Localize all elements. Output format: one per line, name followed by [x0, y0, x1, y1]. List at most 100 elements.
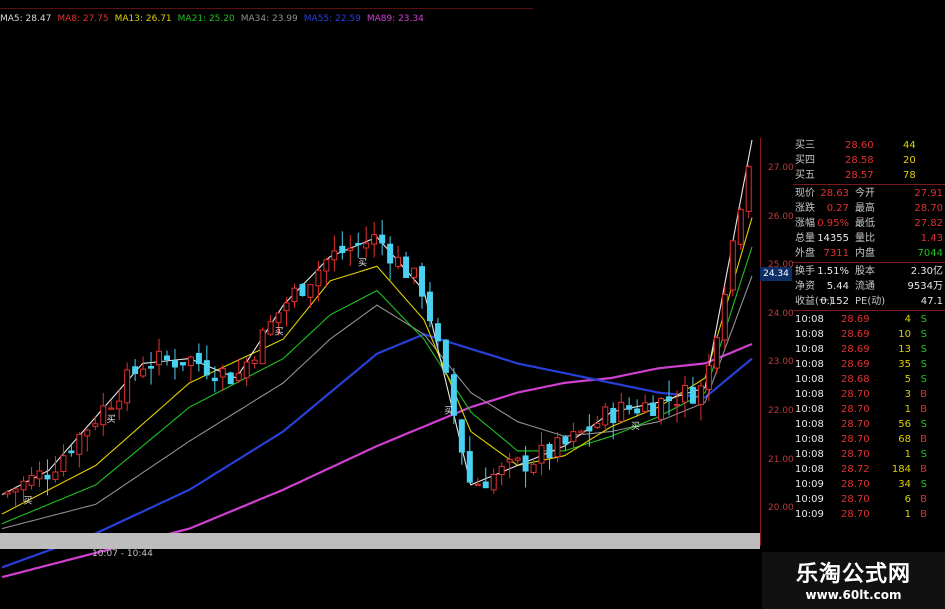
quote-row: 总量 14355 量比 1.43: [793, 231, 945, 246]
y-tick-label: 22.00: [768, 406, 794, 416]
stat-label: 量比: [855, 233, 875, 244]
tick-volume: 56: [898, 419, 911, 430]
tick-price: 28.70: [841, 449, 870, 460]
brand-url: www.60lt.com: [805, 588, 902, 602]
tick-time: 10:08: [795, 329, 824, 340]
tick-time: 10:08: [795, 314, 824, 325]
stat-value: 7044: [917, 248, 943, 259]
quote-row: 10:08 28.69 4 S: [793, 312, 945, 327]
divider: [793, 310, 945, 311]
candle: [187, 355, 194, 383]
candle: [28, 466, 35, 490]
time-scrollbar[interactable]: [0, 533, 760, 549]
candle: [227, 371, 234, 385]
candle: [251, 356, 258, 369]
candle: [148, 351, 155, 385]
candle: [419, 262, 425, 309]
quote-row: 10:08 28.70 1 S: [793, 447, 945, 462]
quote-row: 10:08 28.68 5 S: [793, 372, 945, 387]
candle: [379, 220, 386, 256]
tick-price: 28.70: [841, 509, 870, 520]
series-line-price: [1, 139, 753, 496]
candle: [562, 434, 569, 451]
candle: [124, 362, 131, 412]
tick-time: 10:08: [795, 359, 824, 370]
buy-signal-label: 买: [358, 257, 367, 268]
stat-label: 今开: [855, 188, 875, 199]
stat-value: 28.70: [914, 203, 943, 214]
stat-value: 1.51%: [817, 266, 849, 277]
candle: [203, 345, 210, 380]
candle: [195, 343, 202, 372]
tick-volume: 184: [891, 464, 911, 475]
tick-price: 28.70: [841, 404, 870, 415]
y-tick-label: 26.00: [768, 211, 794, 222]
candle: [426, 281, 433, 328]
bid-price: 28.58: [845, 155, 874, 166]
tick-volume: 6: [904, 494, 911, 505]
tick-price: 28.70: [841, 419, 870, 430]
tick-volume: 4: [904, 314, 911, 325]
candle: [442, 338, 449, 376]
bid-volume: 44: [903, 140, 916, 151]
tick-time: 10:08: [795, 389, 824, 400]
stat-label: 现价: [795, 188, 815, 199]
stat-label: 外盘: [795, 248, 815, 259]
time-range-label: 10:07 - 10:44: [92, 549, 153, 559]
tick-time: 10:08: [795, 404, 824, 415]
tick-volume: 3: [904, 389, 911, 400]
price-axis-line: [760, 138, 761, 546]
candle: [339, 231, 346, 260]
quote-row: 10:09 28.70 1 B: [793, 507, 945, 522]
candle: [331, 235, 338, 272]
tick-volume: 68: [898, 434, 911, 445]
tick-time: 10:08: [795, 434, 824, 445]
candle: [92, 415, 99, 431]
quote-row: 10:08 28.69 10 S: [793, 327, 945, 342]
candle: [52, 455, 59, 483]
candle: [570, 422, 577, 451]
stat-label: 净资: [795, 281, 815, 292]
stat-value: 0.95%: [817, 218, 849, 229]
buy-signal-label: 买: [23, 495, 32, 506]
quote-row: 10:09 28.70 34 S: [793, 477, 945, 492]
stat-value: 9534万: [907, 281, 943, 292]
candle: [721, 285, 728, 350]
candle: [618, 393, 625, 423]
tick-side: B: [920, 464, 927, 475]
candle: [546, 442, 553, 470]
tick-time: 10:08: [795, 419, 824, 430]
buy-signal-label: 买: [107, 414, 116, 425]
stat-label: 最高: [855, 203, 875, 214]
y-tick-label: 27.00: [768, 163, 794, 174]
candle: [371, 221, 378, 258]
tick-side: S: [920, 449, 927, 460]
tick-price: 28.69: [841, 329, 870, 340]
candle: [12, 487, 19, 507]
tick-price: 28.72: [841, 464, 870, 475]
stat-label: 涨幅: [795, 218, 815, 229]
candle: [171, 348, 178, 380]
divider: [793, 262, 945, 263]
current-price-tag: 24.34: [760, 267, 792, 281]
candle: [602, 402, 609, 430]
divider: [793, 184, 945, 185]
candle: [522, 445, 529, 488]
tick-price: 28.69: [841, 314, 870, 325]
tick-price: 28.70: [841, 389, 870, 400]
quote-row: 10:09 28.70 6 B: [793, 492, 945, 507]
candle: [466, 436, 473, 484]
stat-label: 股本: [855, 266, 875, 277]
candle: [538, 431, 545, 476]
candle: [458, 418, 465, 465]
quote-row: 买五 28.57 78: [793, 168, 945, 183]
candle: [179, 362, 186, 372]
stat-label: 内盘: [855, 248, 875, 259]
quote-row: 现价 28.63 今开 27.91: [793, 186, 945, 201]
candle: [642, 394, 649, 413]
stat-value: 14355: [817, 233, 849, 244]
candle: [650, 395, 657, 416]
stat-label: 最低: [855, 218, 875, 229]
buy-signal-label: 买: [444, 406, 453, 417]
stat-label: 涨跌: [795, 203, 815, 214]
